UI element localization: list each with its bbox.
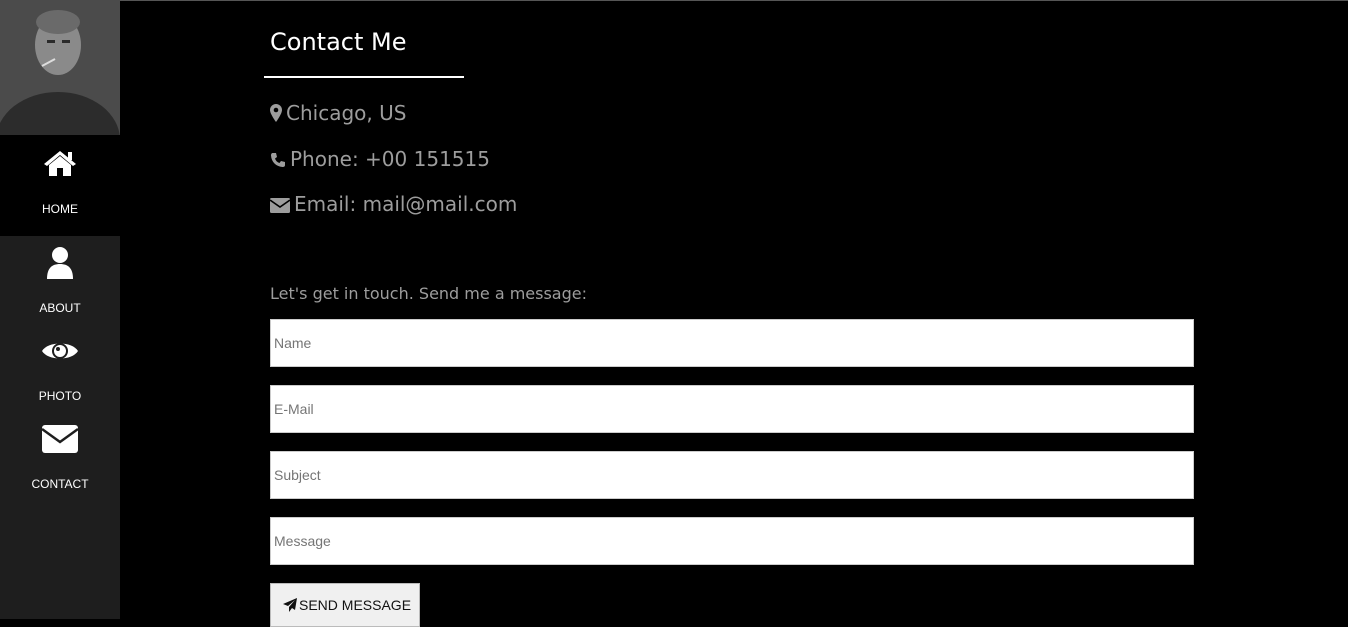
avatar-photo: [0, 0, 120, 135]
message-field[interactable]: [270, 517, 1194, 565]
send-message-button[interactable]: SEND MESSAGE: [270, 583, 420, 627]
nav-item-home[interactable]: HOME: [0, 135, 120, 236]
send-message-label: SEND MESSAGE: [299, 597, 412, 613]
phone-text: Phone: +00 151515: [290, 147, 490, 171]
home-icon: [44, 151, 76, 176]
envelope-icon: [41, 425, 79, 453]
avatar: [0, 0, 120, 135]
envelope-small-icon: [269, 198, 291, 213]
top-border: [0, 0, 1348, 1]
phone-icon: [271, 153, 285, 167]
nav-item-photo[interactable]: PHOTO: [0, 324, 120, 412]
subject-field[interactable]: [270, 451, 1194, 499]
nav-item-about[interactable]: ABOUT: [0, 236, 120, 324]
eye-icon: [42, 343, 78, 359]
location-text: Chicago, US: [286, 101, 407, 125]
nav-label-home: HOME: [42, 202, 78, 216]
intro-text: Let's get in touch. Send me a message:: [270, 284, 587, 303]
paper-plane-icon: [283, 598, 297, 612]
page-title: Contact Me: [270, 28, 407, 56]
title-underline: [264, 76, 464, 78]
nav-item-contact[interactable]: CONTACT: [0, 412, 120, 500]
name-field[interactable]: [270, 319, 1194, 367]
email-field[interactable]: [270, 385, 1194, 433]
map-marker-icon: [270, 104, 282, 122]
nav-label-contact: CONTACT: [31, 477, 89, 491]
email-info: Email: mail@mail.com: [269, 192, 518, 216]
sidebar-nav: HOME ABOUT PHOTO CONTACT: [0, 0, 120, 619]
email-text: Email: mail@mail.com: [294, 192, 518, 216]
user-icon: [47, 247, 73, 279]
nav-label-about: ABOUT: [39, 301, 81, 315]
location-info: Chicago, US: [270, 101, 406, 125]
phone-info: Phone: +00 151515: [270, 147, 490, 171]
nav-label-photo: PHOTO: [38, 389, 82, 403]
